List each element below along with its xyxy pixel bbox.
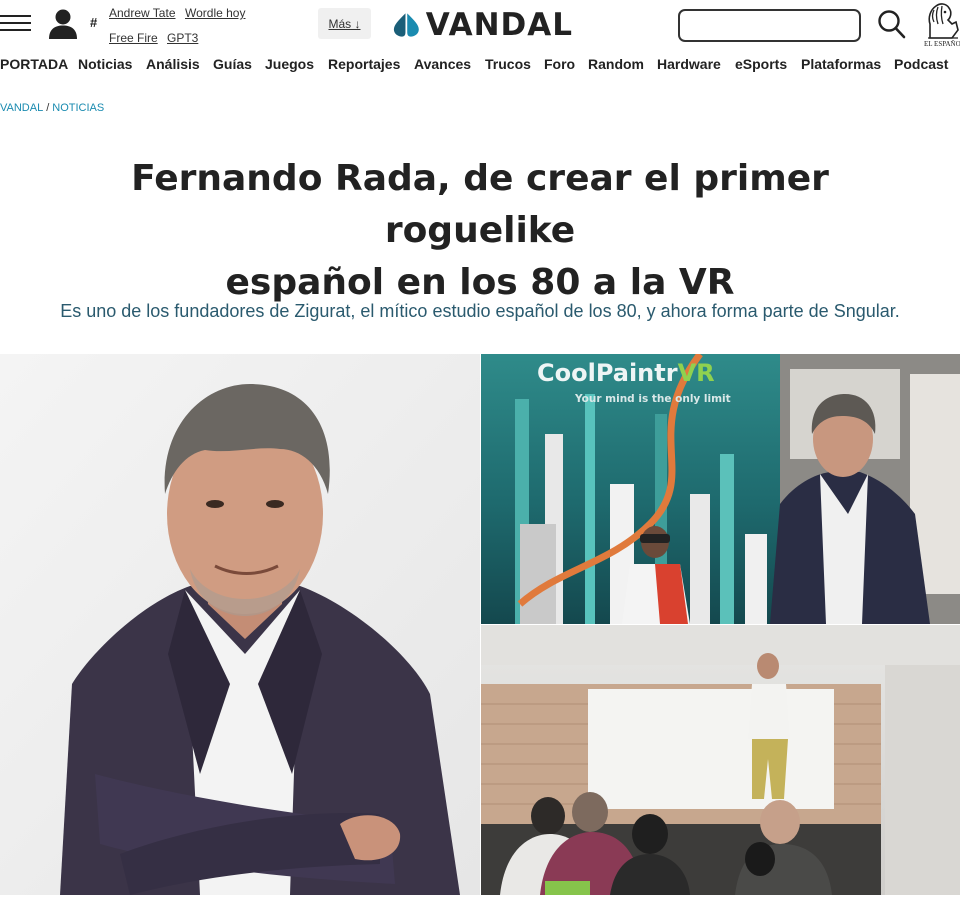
nav-item-esports[interactable]: eSports — [735, 56, 787, 72]
portrait-photo — [0, 354, 480, 895]
nav-item-reportajes[interactable]: Reportajes — [328, 56, 400, 72]
vr-event-photo: CoolPaintrVR Your mind is the only limit — [481, 354, 960, 624]
vr-tagline-text: Your mind is the only limit — [574, 393, 731, 405]
nav-item-guias[interactable]: Guías — [213, 56, 252, 72]
logo-text: VANDAL — [425, 7, 573, 43]
article-title-line1: Fernando Rada, de crear el primer roguel… — [131, 158, 829, 251]
menu-icon[interactable] — [0, 12, 31, 34]
nav-item-trucos[interactable]: Trucos — [485, 56, 531, 72]
nav-item-juegos[interactable]: Juegos — [265, 56, 314, 72]
vandal-logo[interactable]: VANDAL — [393, 6, 573, 44]
nav-item-avances[interactable]: Avances — [414, 56, 471, 72]
nav-item-foro[interactable]: Foro — [544, 56, 575, 72]
trending-link-free-fire[interactable]: Free Fire — [109, 31, 158, 45]
nav-item-podcast[interactable]: Podcast — [894, 56, 948, 72]
nav-item-analisis[interactable]: Análisis — [146, 56, 200, 72]
talk-event-photo — [481, 625, 960, 895]
nav-item-plataformas[interactable]: Plataformas — [801, 56, 881, 72]
trending-link-wordle-hoy[interactable]: Wordle hoy — [185, 6, 245, 20]
nav-item-random[interactable]: Random — [588, 56, 644, 72]
article-subtitle: Es uno de los fundadores de Zigurat, el … — [60, 301, 900, 321]
nav-item-portada[interactable]: PORTADA — [0, 56, 68, 72]
nav-item-noticias[interactable]: Noticias — [78, 56, 132, 72]
more-button[interactable]: Más ↓ — [318, 8, 371, 39]
breadcrumb: VANDAL / NOTICIAS — [0, 102, 104, 114]
breadcrumb-vandal[interactable]: VANDAL — [0, 102, 43, 114]
trending-link-gpt3[interactable]: GPT3 — [167, 31, 198, 45]
vandal-drop-icon — [393, 13, 419, 37]
article-title: Fernando Rada, de crear el primer roguel… — [40, 153, 920, 309]
search-input[interactable] — [678, 9, 861, 42]
breadcrumb-noticias[interactable]: NOTICIAS — [52, 102, 104, 114]
trending-hash-icon: # — [90, 15, 98, 30]
main-nav: PORTADA Noticias Análisis Guías Juegos R… — [0, 56, 960, 80]
user-icon[interactable] — [48, 8, 78, 40]
partner-caption: EL ESPAÑOL — [924, 40, 960, 48]
search-icon[interactable] — [877, 8, 907, 40]
trending-link-andrew-tate[interactable]: Andrew Tate — [109, 6, 176, 20]
top-header: # Andrew Tate Wordle hoy Free Fire GPT3 … — [0, 0, 960, 50]
article-hero-image[interactable]: CoolPaintrVR Your mind is the only limit — [0, 354, 960, 895]
article-title-line2: español en los 80 a la VR — [225, 262, 735, 303]
vr-title-text: CoolPaintrVR — [537, 359, 715, 387]
breadcrumb-separator: / — [46, 102, 50, 114]
nav-item-hardware[interactable]: Hardware — [657, 56, 721, 72]
